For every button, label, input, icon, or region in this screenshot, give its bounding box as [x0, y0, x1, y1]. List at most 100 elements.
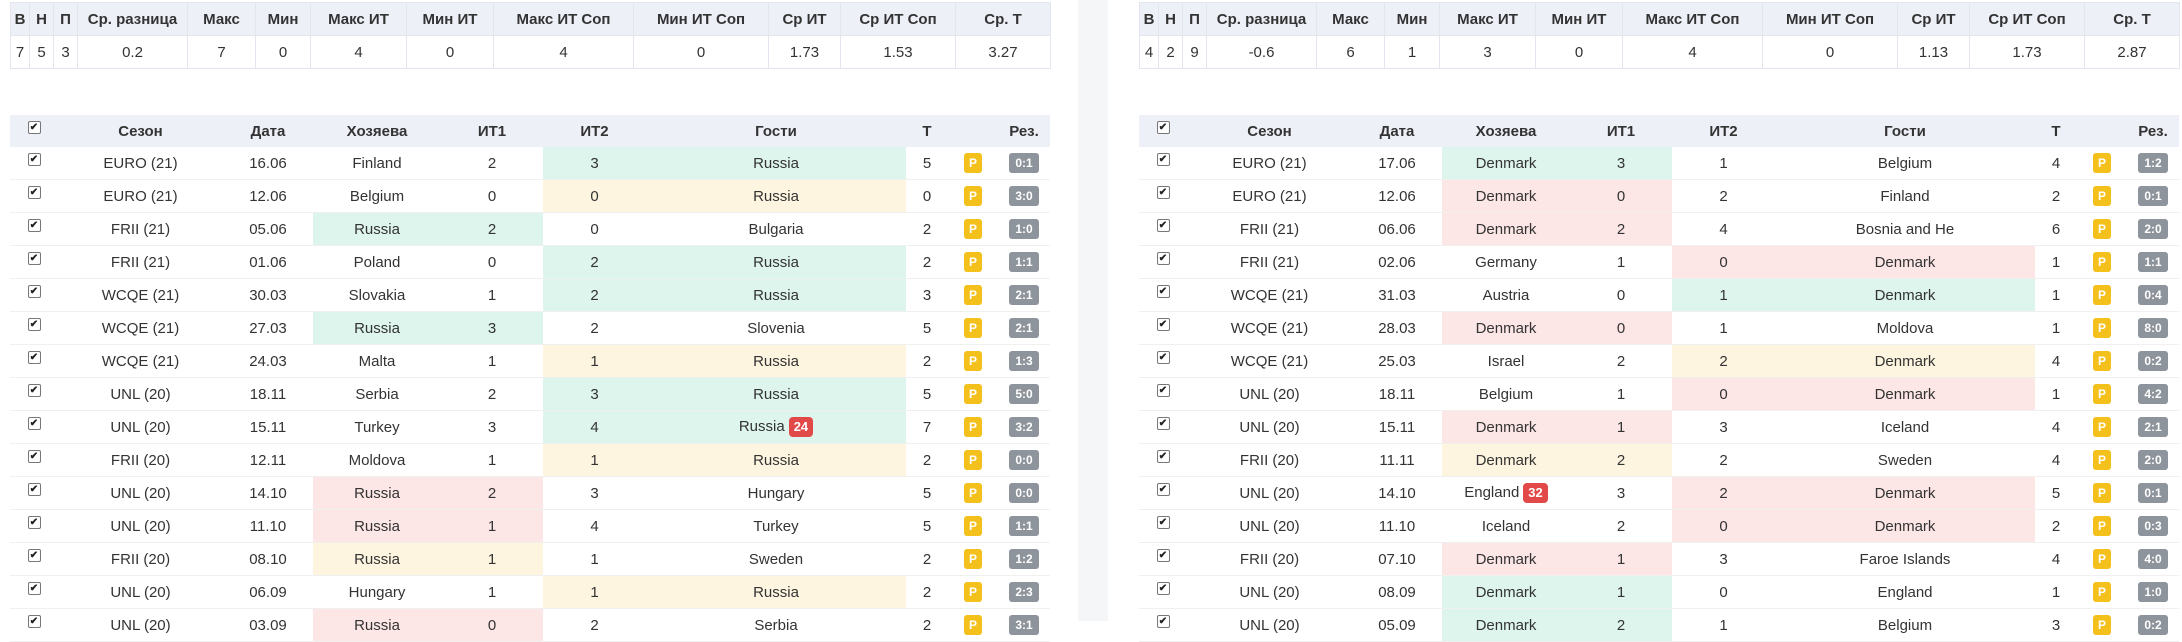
row-checkbox[interactable]: ✔: [1156, 186, 1170, 200]
home-team-cell[interactable]: Hungary: [313, 575, 441, 609]
home-team-cell[interactable]: Finland: [313, 147, 441, 180]
away-team-cell[interactable]: Moldova: [1775, 311, 2035, 345]
match-row[interactable]: ✔ UNL (20) 18.11 Belgium 1 0 Denmark 1 P 4:2: [1139, 377, 2179, 411]
home-team-cell[interactable]: Germany: [1442, 245, 1570, 279]
row-checkbox[interactable]: ✔: [27, 549, 41, 563]
home-team-cell[interactable]: Denmark: [1442, 147, 1570, 180]
p-badge[interactable]: P: [964, 285, 982, 305]
match-row[interactable]: ✔ UNL (20) 14.10 England 32 3 2 Denmark 5 P 0:1: [1139, 476, 2179, 510]
row-checkbox[interactable]: ✔: [1156, 450, 1170, 464]
match-row[interactable]: ✔ FRII (21) 02.06 Germany 1 0 Denmark 1 P 1:1: [1139, 245, 2179, 279]
match-row[interactable]: ✔ FRII (21) 01.06 Poland 0 2 Russia 2 P 1:1: [10, 245, 1050, 279]
row-checkbox[interactable]: ✔: [1156, 549, 1170, 563]
away-team-cell[interactable]: Denmark: [1775, 278, 2035, 312]
match-row[interactable]: ✔ UNL (20) 08.09 Denmark 1 0 England 1 P 1:0: [1139, 575, 2179, 609]
p-badge[interactable]: P: [2093, 318, 2111, 338]
away-team-cell[interactable]: Russia: [646, 245, 906, 279]
home-team-cell[interactable]: Belgium: [313, 179, 441, 213]
home-team-cell[interactable]: Russia: [313, 212, 441, 246]
match-row[interactable]: ✔ FRII (21) 06.06 Denmark 2 4 Bosnia and He 6 P 2…: [1139, 212, 2179, 246]
away-team-cell[interactable]: Denmark: [1775, 377, 2035, 411]
p-badge[interactable]: P: [2093, 450, 2111, 470]
match-row[interactable]: ✔ FRII (20) 11.11 Denmark 2 2 Sweden 4 P 2:0: [1139, 443, 2179, 477]
home-team-cell[interactable]: Denmark: [1442, 311, 1570, 345]
row-checkbox[interactable]: ✔: [1156, 582, 1170, 596]
home-team-cell[interactable]: Russia: [313, 509, 441, 543]
match-row[interactable]: ✔ FRII (21) 05.06 Russia 2 0 Bulgaria 2 P 1:0: [10, 212, 1050, 246]
match-row[interactable]: ✔ UNL (20) 03.09 Russia 0 2 Serbia 2 P 3:1: [10, 608, 1050, 642]
row-checkbox[interactable]: ✔: [1156, 153, 1170, 167]
match-row[interactable]: ✔ FRII (20) 08.10 Russia 1 1 Sweden 2 P 1:2: [10, 542, 1050, 576]
home-team-cell[interactable]: Poland: [313, 245, 441, 279]
p-badge[interactable]: P: [964, 351, 982, 371]
home-team-cell[interactable]: Serbia: [313, 377, 441, 411]
p-badge[interactable]: P: [2093, 219, 2111, 239]
match-row[interactable]: ✔ EURO (21) 17.06 Denmark 3 1 Belgium 4 P 1:2: [1139, 147, 2179, 180]
p-badge[interactable]: P: [964, 417, 982, 437]
away-team-cell[interactable]: Sweden: [1775, 443, 2035, 477]
away-team-cell[interactable]: Russia: [646, 344, 906, 378]
home-team-cell[interactable]: Denmark: [1442, 608, 1570, 642]
p-badge[interactable]: P: [2093, 516, 2111, 536]
match-row[interactable]: ✔ WCQE (21) 31.03 Austria 0 1 Denmark 1 P 0:4: [1139, 278, 2179, 312]
home-team-cell[interactable]: Denmark: [1442, 443, 1570, 477]
away-team-cell[interactable]: Russia: [646, 278, 906, 312]
row-checkbox[interactable]: ✔: [27, 186, 41, 200]
away-team-cell[interactable]: Hungary: [646, 476, 906, 510]
row-checkbox[interactable]: ✔: [27, 285, 41, 299]
match-row[interactable]: ✔ UNL (20) 15.11 Denmark 1 3 Iceland 4 P 2:1: [1139, 410, 2179, 444]
away-team-cell[interactable]: Denmark: [1775, 476, 2035, 510]
p-badge[interactable]: P: [2093, 186, 2111, 206]
p-badge[interactable]: P: [2093, 483, 2111, 503]
row-checkbox[interactable]: ✔: [27, 615, 41, 629]
away-team-cell[interactable]: Belgium: [1775, 608, 2035, 642]
match-row[interactable]: ✔ WCQE (21) 28.03 Denmark 0 1 Moldova 1 P 8:0: [1139, 311, 2179, 345]
match-row[interactable]: ✔ EURO (21) 12.06 Denmark 0 2 Finland 2 P 0:1: [1139, 179, 2179, 213]
away-team-cell[interactable]: Slovenia: [646, 311, 906, 345]
away-team-cell[interactable]: Russia: [646, 443, 906, 477]
away-team-cell[interactable]: Russia: [646, 179, 906, 213]
match-row[interactable]: ✔ UNL (20) 18.11 Serbia 2 3 Russia 5 P 5:0: [10, 377, 1050, 411]
row-checkbox[interactable]: ✔: [1156, 219, 1170, 233]
away-team-cell[interactable]: Russia 24: [646, 410, 906, 444]
p-badge[interactable]: P: [2093, 351, 2111, 371]
away-team-cell[interactable]: Faroe Islands: [1775, 542, 2035, 576]
home-team-cell[interactable]: Malta: [313, 344, 441, 378]
row-checkbox[interactable]: ✔: [1156, 285, 1170, 299]
row-checkbox[interactable]: ✔: [27, 582, 41, 596]
p-badge[interactable]: P: [964, 318, 982, 338]
p-badge[interactable]: P: [2093, 549, 2111, 569]
p-badge[interactable]: P: [964, 450, 982, 470]
home-team-cell[interactable]: England 32: [1442, 476, 1570, 510]
home-team-cell[interactable]: Russia: [313, 542, 441, 576]
p-badge[interactable]: P: [964, 252, 982, 272]
match-row[interactable]: ✔ WCQE (21) 27.03 Russia 3 2 Slovenia 5 P 2:1: [10, 311, 1050, 345]
away-team-cell[interactable]: Finland: [1775, 179, 2035, 213]
away-team-cell[interactable]: Denmark: [1775, 509, 2035, 543]
row-checkbox[interactable]: ✔: [1156, 516, 1170, 530]
home-team-cell[interactable]: Denmark: [1442, 542, 1570, 576]
match-row[interactable]: ✔ WCQE (21) 25.03 Israel 2 2 Denmark 4 P 0:2: [1139, 344, 2179, 378]
row-checkbox[interactable]: ✔: [27, 153, 41, 167]
home-team-cell[interactable]: Slovakia: [313, 278, 441, 312]
home-team-cell[interactable]: Denmark: [1442, 179, 1570, 213]
home-team-cell[interactable]: Belgium: [1442, 377, 1570, 411]
home-team-cell[interactable]: Russia: [313, 311, 441, 345]
home-team-cell[interactable]: Denmark: [1442, 575, 1570, 609]
row-checkbox[interactable]: ✔: [27, 384, 41, 398]
row-checkbox[interactable]: ✔: [27, 252, 41, 266]
match-row[interactable]: ✔ UNL (20) 06.09 Hungary 1 1 Russia 2 P 2:3: [10, 575, 1050, 609]
home-team-cell[interactable]: Austria: [1442, 278, 1570, 312]
row-checkbox[interactable]: ✔: [1156, 615, 1170, 629]
select-all-checkbox[interactable]: ✔: [1156, 121, 1170, 135]
p-badge[interactable]: P: [964, 582, 982, 602]
away-team-cell[interactable]: Belgium: [1775, 147, 2035, 180]
p-badge[interactable]: P: [964, 516, 982, 536]
away-team-cell[interactable]: Sweden: [646, 542, 906, 576]
away-team-cell[interactable]: Denmark: [1775, 344, 2035, 378]
p-badge[interactable]: P: [2093, 285, 2111, 305]
p-badge[interactable]: P: [2093, 384, 2111, 404]
match-row[interactable]: ✔ WCQE (21) 24.03 Malta 1 1 Russia 2 P 1:3: [10, 344, 1050, 378]
row-checkbox[interactable]: ✔: [27, 516, 41, 530]
home-team-cell[interactable]: Moldova: [313, 443, 441, 477]
